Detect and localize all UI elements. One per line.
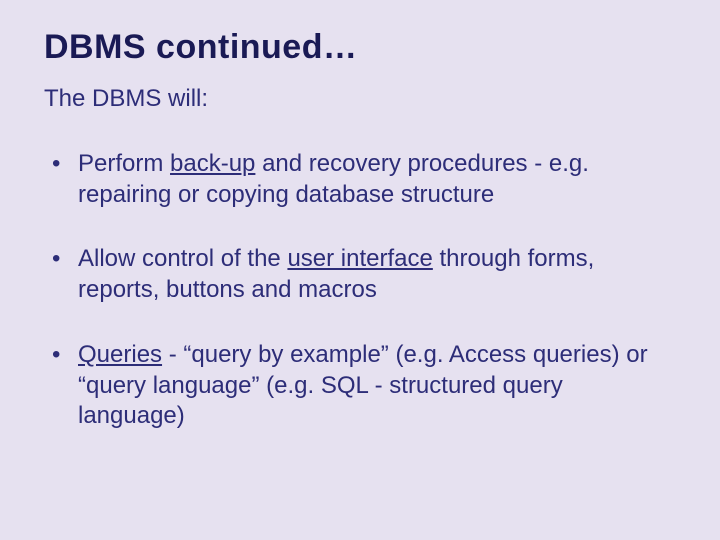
intro-line: The DBMS will: <box>44 85 676 113</box>
slide-title: DBMS continued… <box>44 28 676 67</box>
underlined-term: back-up <box>170 150 255 177</box>
bullet-text-pre: Allow control of the <box>78 245 287 272</box>
underlined-term: user interface <box>287 245 432 272</box>
underlined-term: Queries <box>78 341 162 368</box>
bullet-text-pre: Perform <box>78 150 170 177</box>
slide: DBMS continued… The DBMS will: Perform b… <box>0 0 720 540</box>
bullet-item: Perform back-up and recovery procedures … <box>44 149 676 210</box>
bullet-item: Allow control of the user interface thro… <box>44 244 676 305</box>
bullet-text-post: - “query by example” (e.g. Access querie… <box>78 341 648 429</box>
bullet-item: Queries - “query by example” (e.g. Acces… <box>44 340 676 432</box>
bullet-list: Perform back-up and recovery procedures … <box>44 149 676 432</box>
